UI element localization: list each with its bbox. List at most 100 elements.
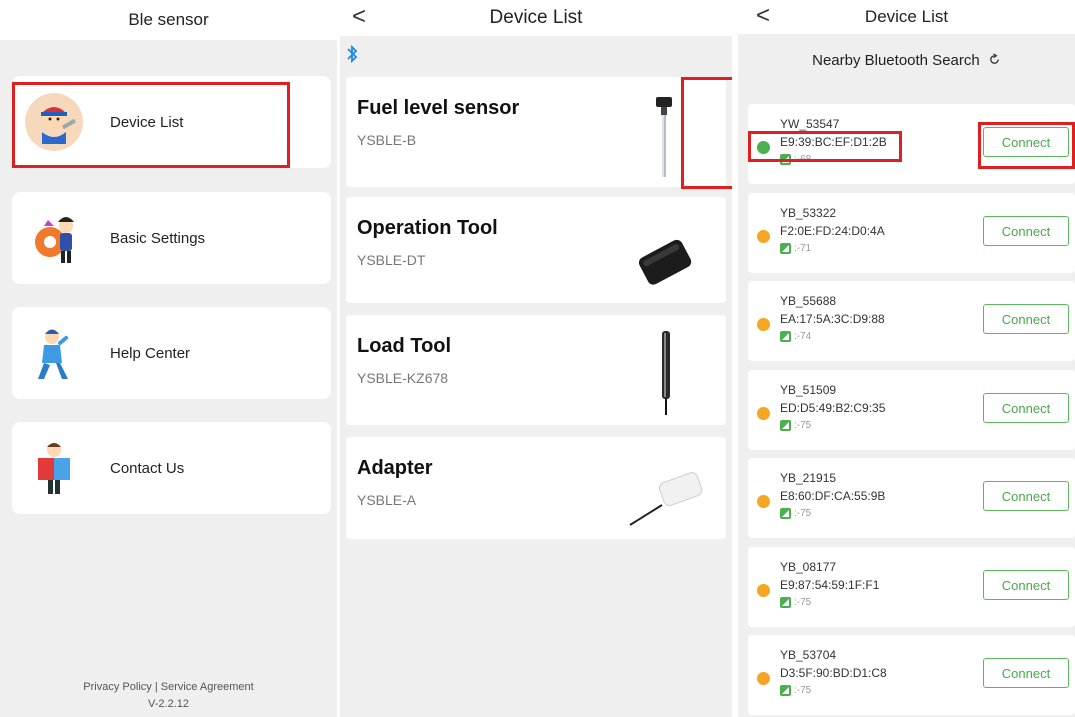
menu-item-label: Device List xyxy=(110,113,184,131)
connect-button[interactable]: Connect xyxy=(983,658,1069,688)
signal-strength: :-75 xyxy=(780,420,811,431)
device-mac: E8:60:DF:CA:55:9B xyxy=(780,489,886,503)
page-header: < Device List xyxy=(340,0,732,36)
signal-strength: :-75 xyxy=(780,597,811,608)
signal-strength: :-71 xyxy=(780,243,811,254)
app-header: Ble sensor xyxy=(0,0,337,40)
connection-status-dot xyxy=(757,584,770,597)
signal-icon xyxy=(780,420,791,431)
device-mac: F2:0E:FD:24:D0:4A xyxy=(780,224,885,238)
privacy-policy-link[interactable]: Privacy Policy xyxy=(83,681,151,693)
device-type-screen: < Device List Fuel level sensor YSBLE-B … xyxy=(340,0,732,717)
signal-strength: :-68 xyxy=(780,154,811,165)
device-model: YSBLE-KZ678 xyxy=(357,370,449,386)
signal-strength: :-75 xyxy=(780,685,811,696)
reading-person-icon xyxy=(24,438,84,498)
signal-strength: :-75 xyxy=(780,508,811,519)
device-name: Adapter xyxy=(357,457,433,479)
device-mac: E9:39:BC:EF:D1:2B xyxy=(780,135,887,149)
ble-device-row: YB_53704 D3:5F:90:BD:D1:C8 :-75 Connect xyxy=(748,635,1075,715)
device-name: YB_53322 xyxy=(780,206,837,220)
bluetooth-icon xyxy=(347,45,358,63)
nearby-devices-screen: < Device List Nearby Bluetooth Search YW… xyxy=(738,0,1075,717)
connect-button[interactable]: Connect xyxy=(983,127,1069,157)
device-name: YB_08177 xyxy=(780,560,837,574)
connection-status-dot xyxy=(757,318,770,331)
ble-device-row: YW_53547 E9:39:BC:EF:D1:2B:-68 Connect xyxy=(748,104,1075,184)
connection-status-dot xyxy=(757,495,770,508)
ble-device-row: YB_21915 E8:60:DF:CA:55:9B :-75 Connect xyxy=(748,458,1075,538)
back-button[interactable]: < xyxy=(756,2,770,30)
page-title: Device List xyxy=(864,7,949,26)
ble-device-row: YB_51509 ED:D5:49:B2:C9:35 :-75 Connect xyxy=(748,370,1075,450)
connection-status-dot xyxy=(757,672,770,685)
footer-separator: | xyxy=(154,681,158,693)
help-person-icon xyxy=(24,323,84,383)
rssi-value: :-75 xyxy=(794,508,812,519)
signal-strength: :-74 xyxy=(780,331,811,342)
search-label: Nearby Bluetooth Search xyxy=(812,52,980,69)
white-adapter-image xyxy=(629,472,703,526)
menu-item-label: Contact Us xyxy=(110,459,185,477)
menu-item-basic-settings[interactable]: Basic Settings xyxy=(12,192,331,284)
connect-button[interactable]: Connect xyxy=(983,393,1069,423)
device-name: YB_51509 xyxy=(780,383,837,397)
menu-item-label: Basic Settings xyxy=(110,229,206,247)
device-name: YB_55688 xyxy=(780,294,837,308)
mechanic-boy-icon xyxy=(24,92,84,152)
signal-icon xyxy=(780,597,791,608)
device-mac: D3:5F:90:BD:D1:C8 xyxy=(780,666,887,680)
connect-button[interactable]: Connect xyxy=(983,304,1069,334)
device-model: YSBLE-DT xyxy=(357,252,426,268)
device-card-operation-tool[interactable]: Operation Tool YSBLE-DT xyxy=(346,197,726,303)
device-name: YB_53704 xyxy=(780,648,837,662)
refresh-icon[interactable] xyxy=(988,53,1001,66)
connect-button[interactable]: Connect xyxy=(983,570,1069,600)
connection-status-dot xyxy=(757,407,770,420)
menu-item-device-list[interactable]: Device List xyxy=(12,76,331,168)
device-card-load-tool[interactable]: Load Tool YSBLE-KZ678 xyxy=(346,315,726,425)
device-card-adapter[interactable]: Adapter YSBLE-A xyxy=(346,437,726,539)
device-name: YB_21915 xyxy=(780,471,837,485)
back-button[interactable]: < xyxy=(352,3,366,31)
connect-button[interactable]: Connect xyxy=(983,216,1069,246)
connection-status-dot xyxy=(757,141,770,154)
rssi-value: :-75 xyxy=(794,685,812,696)
gear-person-icon xyxy=(24,208,84,268)
device-mac: EA:17:5A:3C:D9:88 xyxy=(780,312,885,326)
rssi-value: :-71 xyxy=(794,243,812,254)
device-mac: E9:87:54:59:1F:F1 xyxy=(780,578,880,592)
rssi-value: :-75 xyxy=(794,420,812,431)
device-card-fuel-level-sensor[interactable]: Fuel level sensor YSBLE-B xyxy=(346,77,726,187)
ble-device-row: YB_08177 E9:87:54:59:1F:F1 :-75 Connect xyxy=(748,547,1075,627)
connect-button[interactable]: Connect xyxy=(983,481,1069,511)
service-agreement-link[interactable]: Service Agreement xyxy=(161,681,254,693)
load-rod-image xyxy=(662,331,670,415)
device-name: Operation Tool xyxy=(357,217,498,239)
device-model: YSBLE-A xyxy=(357,492,417,508)
rssi-value: :-68 xyxy=(794,154,812,165)
ble-device-row: YB_53322 F2:0E:FD:24:D0:4A :-71 Connect xyxy=(748,193,1075,273)
nearby-search-bar[interactable]: Nearby Bluetooth Search xyxy=(738,52,1075,69)
version-label: V-2.2.12 xyxy=(148,698,189,710)
ble-device-row: YB_55688 EA:17:5A:3C:D9:88 :-74 Connect xyxy=(748,281,1075,361)
page-header: < Device List xyxy=(738,0,1075,34)
rssi-value: :-74 xyxy=(794,331,812,342)
device-name: Fuel level sensor xyxy=(357,97,520,119)
fuel-probe-image xyxy=(656,97,672,177)
device-model: YSBLE-B xyxy=(357,132,417,148)
signal-icon xyxy=(780,685,791,696)
app-title: Ble sensor xyxy=(128,10,209,29)
signal-icon xyxy=(780,154,791,165)
black-box-image xyxy=(638,239,692,285)
signal-icon xyxy=(780,331,791,342)
menu-item-label: Help Center xyxy=(110,344,191,362)
device-mac: ED:D5:49:B2:C9:35 xyxy=(780,401,886,415)
device-name: Load Tool xyxy=(357,335,452,357)
rssi-value: :-75 xyxy=(794,597,812,608)
signal-icon xyxy=(780,508,791,519)
footer: Privacy Policy | Service Agreement V-2.2… xyxy=(0,679,337,713)
signal-icon xyxy=(780,243,791,254)
menu-item-help-center[interactable]: Help Center xyxy=(12,307,331,399)
menu-item-contact-us[interactable]: Contact Us xyxy=(12,422,331,514)
